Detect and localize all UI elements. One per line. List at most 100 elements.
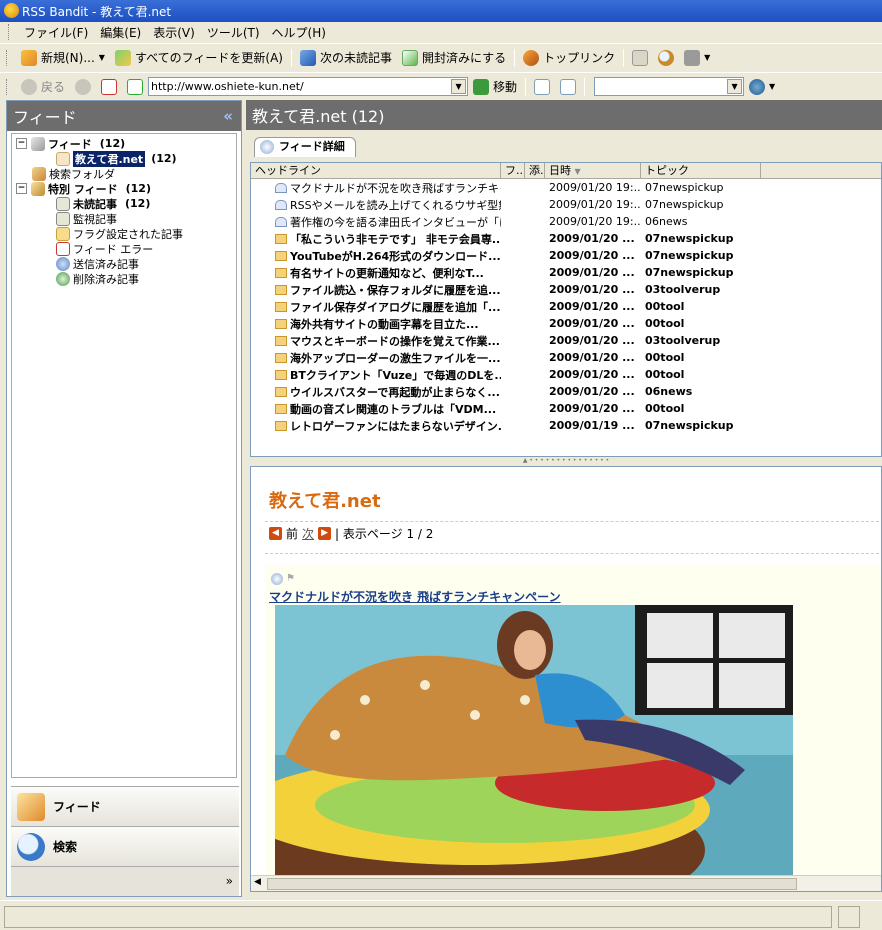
article-date: 2009/01/20 ...	[549, 249, 635, 262]
article-row[interactable]: ファイル読込・保存フォルダに履歴を追... 2009/01/20 ... 03too…	[251, 281, 881, 298]
top-stories-button[interactable]: トップリンク	[518, 47, 620, 69]
tree-node-deleted[interactable]: 削除済み記事	[56, 271, 139, 286]
scrollbar-thumb[interactable]	[267, 878, 797, 890]
tree-label: 監視記事	[73, 212, 117, 226]
collapse-pane-icon[interactable]: «	[223, 107, 241, 125]
rss-button[interactable]: ▼	[679, 47, 715, 69]
article-row[interactable]: 海外共有サイトの動画字幕を目立た... 2009/01/20 ... 00tool	[251, 315, 881, 332]
column-flag[interactable]: フ...	[501, 163, 525, 178]
newspaper-button[interactable]	[627, 47, 653, 69]
prev-page-link[interactable]: 前	[286, 525, 298, 542]
new-page-button[interactable]	[529, 76, 555, 98]
chevron-down-icon[interactable]: ▼	[769, 82, 775, 91]
detail-tabstrip: フィード詳細	[246, 131, 882, 157]
back-button[interactable]: 戻る	[16, 76, 70, 98]
article-headline: マウスとキーボードの操作を覚えて作業...	[290, 334, 500, 348]
chevron-down-icon[interactable]: ▼	[99, 53, 105, 62]
toolbar-grip[interactable]	[6, 78, 10, 95]
article-headline: BTクライアント「Vuze」で毎週のDLを...	[290, 368, 501, 382]
new-button[interactable]: 新規(N)... ▼	[16, 47, 110, 69]
article-row[interactable]: ウイルスバスターで再起動が止まらなく... 2009/01/20 ... 06new…	[251, 383, 881, 400]
menubar-grip[interactable]	[8, 24, 12, 40]
tree-node-sent[interactable]: 送信済み記事	[56, 256, 139, 271]
menu-file[interactable]: ファイル(F)	[18, 24, 94, 41]
preview-pager: ◀ 前 次 ▶ | 表示ページ 1 / 2	[269, 525, 433, 542]
chevron-down-icon[interactable]: ▼	[704, 53, 710, 62]
article-row[interactable]: 有名サイトの更新通知など、便利なT... 2009/01/20 ... 07news…	[251, 264, 881, 281]
read-status-icon[interactable]	[271, 573, 283, 585]
article-title-link[interactable]: マクドナルドが不況を吹き 飛ばすランチキャンペーン	[269, 588, 561, 605]
article-icons: ⚑	[271, 573, 295, 585]
next-unread-button[interactable]: 次の未読記事	[295, 47, 397, 69]
prev-page-icon[interactable]: ◀	[269, 527, 282, 540]
article-headline: ウイルスバスターで再起動が止まらなく...	[290, 385, 500, 399]
web-search-input[interactable]: ▼	[594, 77, 745, 96]
navigator-feeds-button[interactable]: フィード	[11, 786, 239, 826]
tree-node-errors[interactable]: フィード エラー	[56, 241, 153, 256]
article-row[interactable]: 「私こういう非モテです」 非モテ会員専... 2009/01/20 ... 07ne…	[251, 230, 881, 247]
column-attachment[interactable]: 添...	[525, 163, 545, 178]
chevron-down-icon[interactable]: ▼	[451, 79, 467, 94]
connection-status-icon[interactable]	[838, 906, 860, 928]
navigator-overflow[interactable]: »	[11, 866, 239, 896]
navigator-search-button[interactable]: 検索	[11, 826, 239, 866]
url-input[interactable]: http://www.oshiete-kun.net/ ▼	[148, 77, 469, 96]
tree-label: 削除済み記事	[73, 272, 139, 286]
toolbar-separator	[290, 48, 292, 67]
menu-view[interactable]: 表示(V)	[147, 24, 201, 41]
page-indicator: | 表示ページ 1 / 2	[335, 527, 434, 541]
more-options-icon[interactable]: »	[226, 874, 233, 888]
article-row[interactable]: 動画の音ズレ関連のトラブルは「VDM... 2009/01/20 ... 00too…	[251, 400, 881, 417]
horizontal-splitter[interactable]: ▲ • • • • • • • • • • • • • • •	[250, 458, 882, 464]
tab-feed-details[interactable]: フィード詳細	[254, 137, 356, 157]
article-row[interactable]: マウスとキーボードの操作を覚えて作業... 2009/01/20 ... 03too…	[251, 332, 881, 349]
collapse-node-icon[interactable]: −	[16, 138, 27, 149]
find-button[interactable]	[653, 47, 679, 69]
menu-edit[interactable]: 編集(E)	[94, 24, 147, 41]
rss-bandit-app-icon	[4, 3, 19, 18]
article-row[interactable]: BTクライアント「Vuze」で毎週のDLを... 2009/01/20 ... 00…	[251, 366, 881, 383]
tree-node-unread[interactable]: 未読記事 (12)	[56, 196, 150, 211]
article-row[interactable]: RSSやメールを読み上げてくれるウサギ型無... 2009/01/20 19:..…	[251, 196, 881, 213]
article-row[interactable]: マクドナルドが不況を吹き飛ばすランチキャ... 2009/01/20 19:...…	[251, 179, 881, 196]
go-button[interactable]: 移動	[468, 76, 522, 98]
column-date[interactable]: 日時 ▼	[545, 163, 641, 178]
next-page-link[interactable]: 次	[302, 525, 314, 542]
tree-node-flagged[interactable]: フラグ設定された記事	[56, 226, 183, 241]
web-search-button[interactable]: ▼	[744, 76, 780, 98]
preview-article-body: ⚑ マクドナルドが不況を吹き 飛ばすランチキャンペーン	[265, 565, 881, 891]
menu-help[interactable]: ヘルプ(H)	[266, 24, 332, 41]
column-headline[interactable]: ヘッドライン	[251, 163, 501, 178]
menu-tools[interactable]: ツール(T)	[201, 24, 266, 41]
tree-node-special[interactable]: − 特別 フィード (12)	[16, 181, 151, 196]
tree-node-site[interactable]: 教えて君.net (12)	[56, 150, 177, 167]
article-row[interactable]: YouTubeがH.264形式のダウンロード... 2009/01/20 ... 0…	[251, 247, 881, 264]
tree-node-watched[interactable]: 監視記事	[56, 211, 117, 226]
tree-label: フィード エラー	[73, 242, 154, 256]
forward-button[interactable]	[70, 76, 96, 98]
column-date-label: 日時	[549, 164, 571, 177]
page-props-button[interactable]	[555, 76, 581, 98]
collapse-node-icon[interactable]: −	[16, 183, 27, 194]
reload-button[interactable]	[122, 76, 148, 98]
horizontal-scrollbar[interactable]: ◀	[251, 875, 881, 891]
next-page-icon[interactable]: ▶	[318, 527, 332, 540]
mark-read-button[interactable]: 開封済みにする	[397, 47, 511, 69]
chevron-down-icon[interactable]: ▼	[727, 79, 743, 94]
tree-node-feeds[interactable]: − フィード (12)	[16, 136, 125, 151]
article-row[interactable]: ファイル保存ダイアログに履歴を追加「... 2009/01/20 ... 00too…	[251, 298, 881, 315]
scroll-left-icon[interactable]: ◀	[254, 877, 261, 887]
stop-button[interactable]	[96, 76, 122, 98]
column-topic[interactable]: トピック	[641, 163, 761, 178]
read-item-icon	[275, 216, 287, 227]
feeds-pane-header: フィード «	[7, 101, 241, 131]
menu-bar: ファイル(F) 編集(E) 表示(V) ツール(T) ヘルプ(H)	[0, 22, 882, 42]
article-row[interactable]: レトロゲーファンにはたまらないデザイン... 2009/01/19 ... 07ne…	[251, 417, 881, 434]
toolbar-grip[interactable]	[6, 49, 10, 66]
flag-icon[interactable]: ⚑	[286, 573, 295, 585]
article-headline-cell: 有名サイトの更新通知など、便利なT...	[251, 265, 501, 281]
article-row[interactable]: 著作権の今を語る津田氏インタビューが「は... 2009/01/20 19:...…	[251, 213, 881, 230]
tree-node-search-folder[interactable]: 検索フォルダ	[32, 166, 115, 181]
article-row[interactable]: 海外アップローダーの激生ファイルを一... 2009/01/20 ... 00too…	[251, 349, 881, 366]
refresh-all-button[interactable]: すべてのフィードを更新(A)	[110, 47, 288, 69]
